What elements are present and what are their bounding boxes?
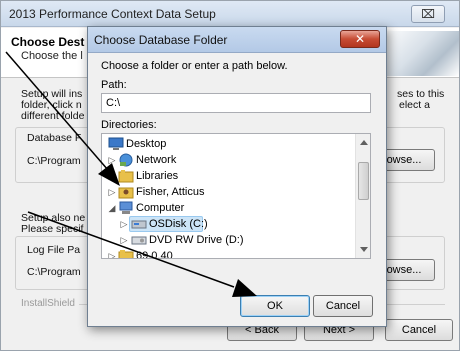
arrow-to-libraries [5,51,120,186]
annotation-arrows [5,51,257,297]
arrow-to-ok-button [27,211,257,297]
